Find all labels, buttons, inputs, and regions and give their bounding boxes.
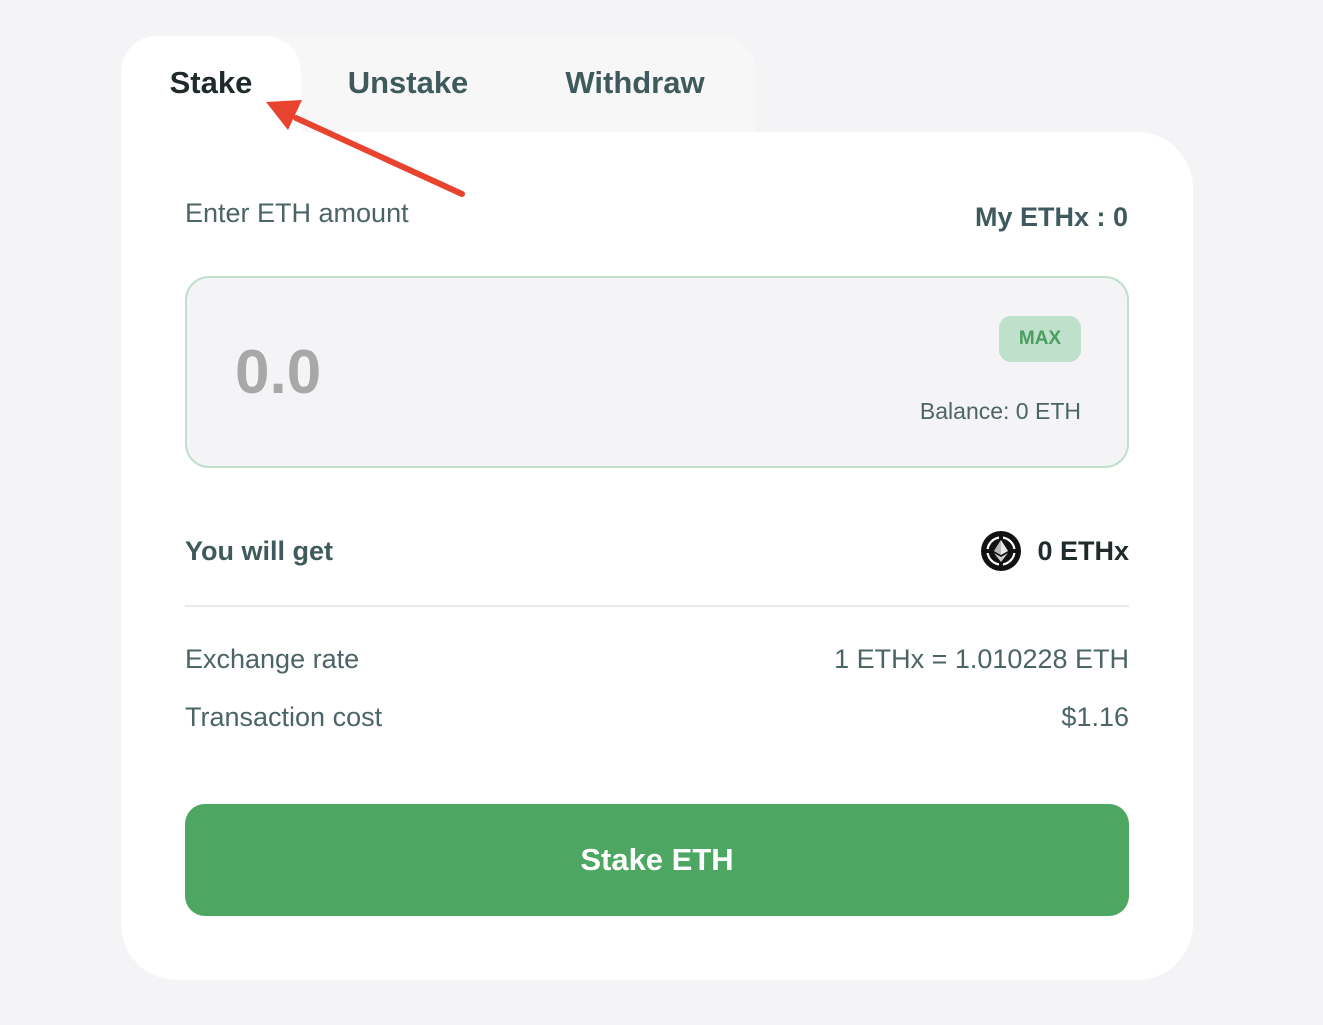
eth-amount-input[interactable]	[235, 330, 735, 414]
eth-balance-text: Balance: 0 ETH	[919, 398, 1081, 424]
ethx-token-icon	[981, 531, 1022, 571]
tab-withdraw-label: Withdraw	[565, 65, 705, 100]
max-button[interactable]: MAX	[999, 316, 1081, 362]
summary-divider	[185, 605, 1129, 607]
exchange-rate-value: 1 ETHx = 1.010228 ETH	[834, 644, 1129, 674]
you-will-get-amount: 0 ETHx	[1037, 535, 1129, 566]
tab-unstake[interactable]: Unstake	[318, 36, 498, 132]
you-will-get-value: 0 ETHx	[981, 531, 1129, 571]
tab-stake-label: Stake	[169, 65, 253, 100]
tab-stake[interactable]: Stake	[121, 36, 301, 132]
tab-unstake-label: Unstake	[347, 65, 469, 100]
amount-field-label: Enter ETH amount	[185, 198, 409, 228]
amount-input-box: MAX Balance: 0 ETH	[185, 276, 1129, 468]
you-will-get-label: You will get	[185, 536, 333, 566]
transaction-cost-label: Transaction cost	[185, 702, 383, 732]
my-ethx-balance: My ETHx : 0	[974, 202, 1128, 232]
transaction-cost-value: $1.16	[1061, 702, 1129, 732]
stake-eth-button[interactable]: Stake ETH	[185, 804, 1129, 916]
exchange-rate-label: Exchange rate	[185, 644, 360, 674]
tab-withdraw[interactable]: Withdraw	[540, 36, 730, 132]
